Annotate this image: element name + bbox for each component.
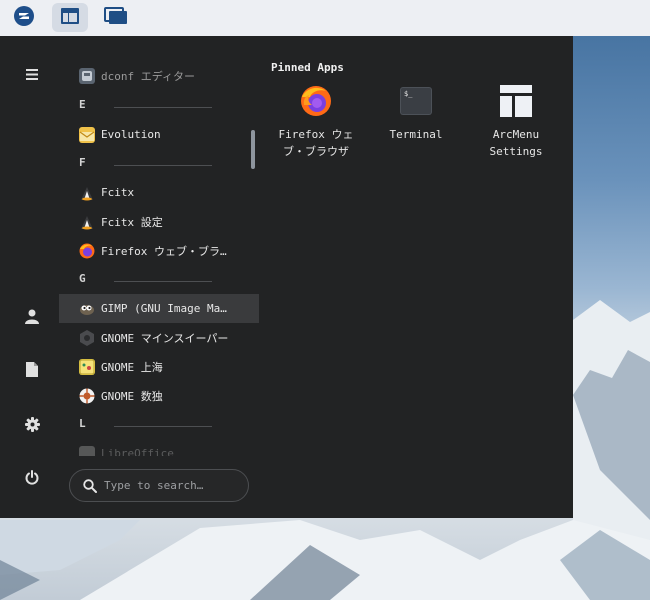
list-item[interactable]: LibreOffice [59,439,259,456]
menu-rail [0,36,62,518]
gimp-icon [79,301,95,317]
documents-button[interactable] [17,356,47,386]
power-icon [25,469,39,489]
dconf-icon [79,67,95,84]
list-item[interactable]: Firefox ウェブ・ブラウザ [59,236,259,265]
list-item[interactable]: GNOME 数独 [59,381,259,410]
user-button[interactable] [17,303,47,333]
section-header-g: G [79,272,86,285]
list-item[interactable]: GNOME マインスイーパー [59,323,259,352]
svg-text:$_: $_ [404,90,413,98]
menu-toggle-button[interactable] [17,59,47,89]
layout-button[interactable] [52,3,88,32]
list-item-label: Fcitx 設定 [101,215,163,229]
zorin-menu-button[interactable] [6,3,42,32]
section-header-f: F [79,156,86,169]
list-item-label: Firefox ウェブ・ブラウザ [101,244,233,258]
settings-gear-icon [24,416,40,436]
list-item-label: GNOME 数独 [101,389,163,403]
app-list[interactable]: dconf エディター E Evolution F Fcitx Fcitx 設定… [59,58,259,456]
mahjongg-icon [79,358,95,375]
fcitx-icon [79,185,95,201]
section-divider [114,165,212,166]
power-button[interactable] [17,464,47,494]
section-divider [114,107,212,108]
list-item[interactable]: Fcitx 設定 [59,207,259,236]
list-item-label: LibreOffice [101,447,174,456]
list-item[interactable]: Evolution [59,120,259,149]
zorin-logo-icon [13,5,35,31]
list-item-label: dconf エディター [101,69,195,83]
windows-icon [104,6,128,29]
top-panel [0,0,650,36]
evolution-icon [79,126,95,143]
pinned-apps-title: Pinned Apps [271,61,344,74]
pinned-app-firefox[interactable]: Firefox ウェ ブ・ブラウザ [266,84,366,160]
pinned-app-label: ArcMenu Settings [489,128,543,158]
firefox-icon [79,243,95,259]
pinned-app-arcmenu-settings[interactable]: ArcMenu Settings [466,84,566,160]
document-icon [26,361,38,381]
list-item-label: Fcitx [101,186,135,199]
windows-button[interactable] [98,3,134,32]
firefox-icon [299,84,333,118]
list-item-selected[interactable]: GIMP (GNU Image Manipulation Program) [59,294,259,323]
fcitx-icon [79,214,95,230]
list-item-label: GIMP (GNU Image Manipulation Program) [101,302,233,315]
arcmenu-panel: dconf エディター E Evolution F Fcitx Fcitx 設定… [0,36,573,518]
pinned-app-label: Terminal [389,128,443,141]
section-header-e: E [79,98,86,111]
arcmenu-settings-icon [499,84,533,118]
hamburger-menu-icon [26,65,38,84]
terminal-icon: $_ [399,84,433,118]
search-icon [83,478,97,493]
list-item-label: Evolution [101,128,161,141]
section-divider [114,426,212,427]
search-field[interactable]: Type to search… [69,469,249,502]
section-header-l: L [79,417,86,430]
search-placeholder: Type to search… [104,479,204,492]
list-item-label: GNOME 上海 [101,360,163,374]
sudoku-icon [79,388,95,404]
user-icon [25,309,39,328]
settings-button[interactable] [17,411,47,441]
pinned-app-terminal[interactable]: $_ Terminal [366,84,466,143]
list-item[interactable]: dconf エディター [59,61,259,90]
libreoffice-icon [79,445,95,456]
layout-icon [60,7,80,29]
list-item[interactable]: GNOME 上海 [59,352,259,381]
mines-icon [79,329,95,346]
list-item[interactable]: Fcitx [59,178,259,207]
app-list-scrollbar[interactable] [251,130,255,169]
list-item-label: GNOME マインスイーパー [101,331,229,345]
section-divider [114,281,212,282]
pinned-app-label: Firefox ウェ ブ・ブラウザ [278,128,354,158]
